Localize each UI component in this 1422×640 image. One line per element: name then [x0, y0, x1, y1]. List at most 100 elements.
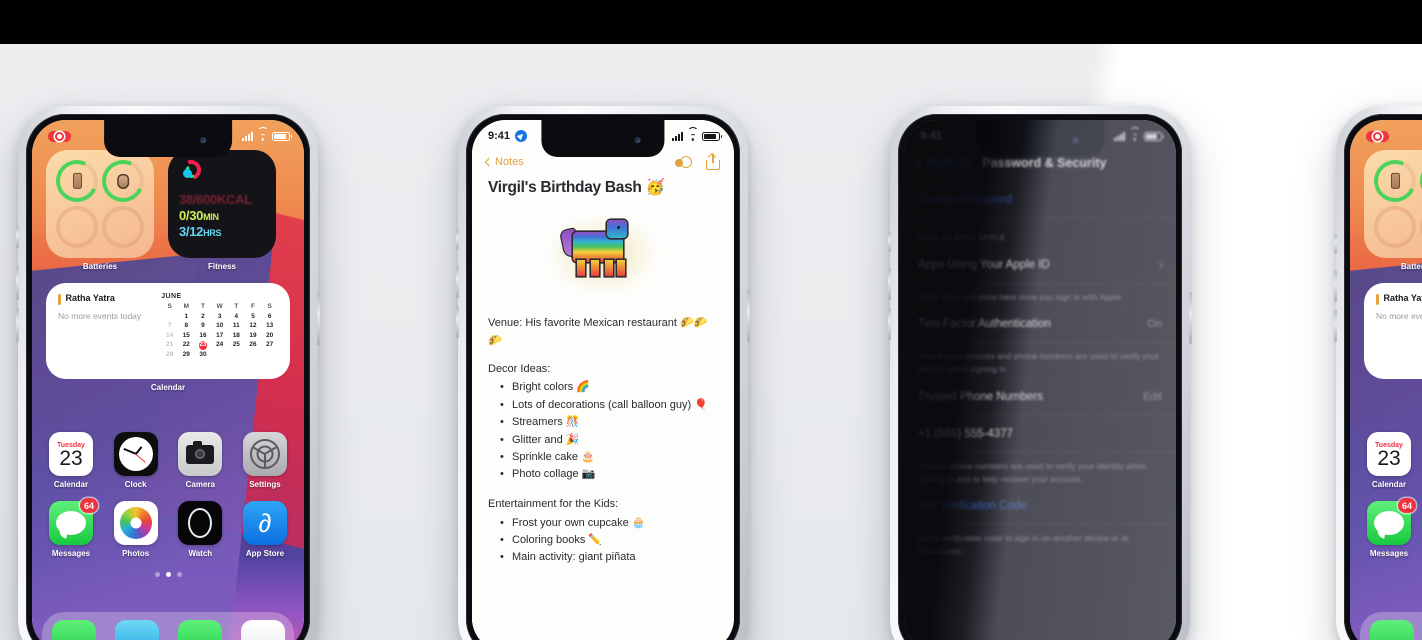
page-dot-3[interactable] — [176, 572, 182, 577]
power-button[interactable] — [1189, 292, 1192, 344]
app-icon-app-store[interactable]: ∂ App Store — [242, 501, 288, 558]
status-bar — [32, 120, 304, 148]
calendar-day-cell: 10 — [216, 322, 224, 329]
widget-batteries[interactable]: Batteries — [1364, 150, 1422, 271]
record-dot-icon — [55, 131, 64, 141]
page-indicator[interactable] — [32, 572, 304, 577]
app-icon-messages[interactable]: 64 Messages — [1366, 498, 1416, 558]
dock-icon-phone[interactable] — [51, 620, 96, 640]
app-label-clock: Clock — [124, 480, 147, 489]
calendar-day-cell — [245, 351, 262, 360]
calendar-day-cell: 4 — [234, 312, 239, 320]
page-indicator[interactable] — [1350, 572, 1422, 577]
screen-recording-pill[interactable] — [48, 130, 71, 142]
settings-row[interactable]: Get Verification Code — [904, 488, 1176, 525]
volume-down-button[interactable] — [1334, 310, 1337, 342]
mute-switch[interactable] — [1334, 234, 1337, 254]
widget-calendar[interactable]: Ratha Yatra No more events today JUNE SM… — [46, 283, 290, 379]
settings-list[interactable]: Change Password SIGN IN WITH APPLE Apps Us… — [904, 182, 1176, 640]
phone-screen: 9:41 Apple ID Password & Security Change… — [904, 120, 1176, 640]
volume-up-button[interactable] — [888, 268, 891, 300]
volume-down-button[interactable] — [888, 308, 891, 340]
app-icon-photos[interactable]: Photos — [113, 501, 159, 558]
widget-area: Batteries 38/600KCAL 0/30MIN 3/12HRS — [32, 150, 304, 392]
power-button[interactable] — [317, 292, 320, 346]
calendar-day-cell: 7 — [167, 322, 172, 329]
phone-screen: Batteries 38/600KCAL 0/30MIN 3/12HRS — [1350, 120, 1422, 640]
share-icon[interactable] — [706, 154, 720, 170]
note-content[interactable]: Virgil's Birthday Bash 🥳 Venue: His favo… — [472, 178, 734, 640]
calendar-month: JUNE — [161, 293, 182, 300]
volume-down-button[interactable] — [456, 306, 459, 338]
letterbox-top-bar — [0, 0, 1422, 44]
phone-bezel: 9:41 Notes Virgil's Birthday Bash 🥳 Venu… — [466, 114, 740, 640]
calendar-empty-text: No more events today — [58, 311, 142, 321]
app-icon-clock[interactable]: Clock — [113, 432, 159, 489]
note-venue-line: Venue: His favorite Mexican restaurant 🌮… — [488, 317, 708, 347]
wifi-icon — [1129, 126, 1140, 141]
dock — [1360, 612, 1422, 640]
phone-screen: Batteries 38/600KCAL 0/30MIN 3/12HRS — [32, 120, 304, 640]
message-bubble-icon — [56, 511, 86, 535]
battery-icon — [272, 131, 292, 141]
page-dot-1[interactable] — [154, 572, 160, 577]
volume-up-button[interactable] — [16, 266, 19, 300]
mute-switch[interactable] — [456, 230, 459, 250]
volume-up-button[interactable] — [456, 266, 459, 298]
add-person-icon[interactable] — [675, 155, 692, 170]
calendar-event-title: Ratha Yatra — [1383, 293, 1422, 303]
widget-fitness[interactable]: 38/600KCAL 0/30MIN 3/12HRS Fitness — [168, 150, 276, 271]
settings-row[interactable]: Trusted Phone Numbers Edit — [904, 379, 1176, 416]
app-label-watch: Watch — [188, 549, 213, 558]
settings-footer-text: Other Apps will show here once you sign … — [918, 292, 1124, 302]
power-button[interactable] — [747, 290, 750, 342]
screen-recording-pill[interactable] — [1366, 130, 1389, 142]
settings-row[interactable]: Two-Factor Authentication On — [904, 306, 1176, 344]
app-store-glyph-icon: ∂ — [258, 508, 272, 538]
app-icon-settings[interactable]: Settings — [242, 432, 288, 489]
back-to-apple-id-button[interactable]: Apple ID — [915, 157, 970, 169]
dock-icon-messages[interactable] — [177, 620, 222, 640]
volume-up-button[interactable] — [1334, 270, 1337, 302]
note-list-item: Sprinkle cake 🎂 — [500, 449, 718, 467]
battery-ring-iphone — [1368, 154, 1422, 208]
note-list-item: Frost your own cupcake 🧁 — [500, 515, 718, 533]
messages-badge: 64 — [79, 498, 98, 513]
widget-batteries[interactable]: Batteries — [46, 150, 154, 271]
battery-ring-airpods — [96, 154, 150, 208]
app-icon-calendar[interactable]: Tuesday 23 Calendar — [48, 432, 94, 489]
dock-icon-phone[interactable] — [1369, 620, 1414, 640]
widget-calendar[interactable]: Ratha Yatra No more events today JUNE SM… — [1364, 283, 1422, 379]
mute-switch[interactable] — [16, 226, 19, 248]
iphone-icon — [72, 173, 82, 189]
page-dot-2-active[interactable] — [165, 572, 171, 577]
record-dot-icon — [1373, 131, 1382, 141]
settings-row[interactable]: +1 (585) 555-4377 — [904, 416, 1176, 453]
settings-row[interactable]: Change Password — [904, 182, 1176, 219]
battery-ring-iphone — [50, 154, 104, 208]
watch-ring-icon — [188, 508, 213, 538]
phone-screen: 9:41 Notes Virgil's Birthday Bash 🥳 Venu… — [472, 120, 734, 640]
calendar-weekday-header: T — [234, 303, 239, 310]
calendar-day-cell: 6 — [267, 312, 272, 320]
back-to-notes-button[interactable]: Notes — [484, 156, 524, 168]
wifi-icon — [687, 126, 698, 141]
app-icon-camera[interactable]: Camera — [177, 432, 223, 489]
event-color-bar — [58, 294, 61, 305]
app-row-2: 64 Messages Photos Watch ∂ — [1366, 498, 1422, 558]
app-icon-watch[interactable]: Watch — [177, 501, 223, 558]
calendar-day-cell: 26 — [249, 341, 257, 348]
volume-down-button[interactable] — [16, 308, 19, 342]
note-image-pinata[interactable] — [488, 201, 718, 309]
dock-icon-safari[interactable] — [114, 620, 159, 640]
calendar-day-cell: 2 — [201, 312, 205, 320]
app-icon-calendar[interactable]: Tuesday 23 Calendar — [1366, 432, 1412, 489]
app-icon-messages[interactable]: 64 Messages — [48, 498, 98, 558]
dock-icon-music[interactable] — [240, 620, 285, 640]
mute-switch[interactable] — [888, 232, 891, 252]
calendar-day-cell: 12 — [249, 322, 257, 329]
widget-calendar-label: Calendar — [150, 383, 186, 392]
settings-row-value: On — [1147, 318, 1162, 331]
settings-row[interactable]: Apps Using Your Apple ID — [904, 247, 1176, 284]
calendar-day-cell — [161, 313, 178, 322]
